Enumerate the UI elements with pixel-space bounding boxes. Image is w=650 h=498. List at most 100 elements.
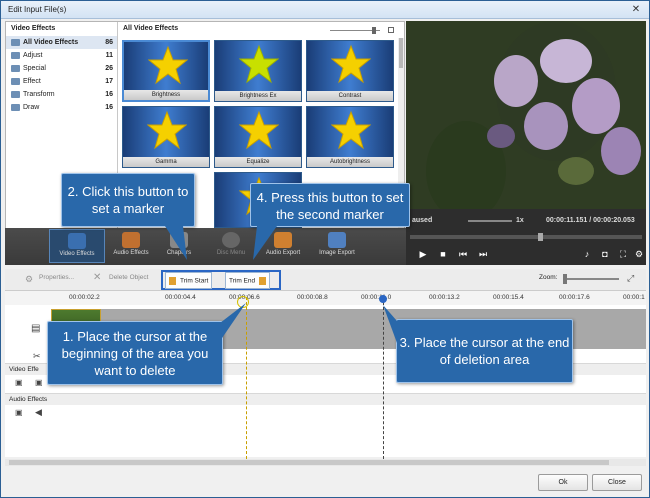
close-button[interactable]: Close bbox=[592, 474, 642, 491]
speed-slider[interactable] bbox=[468, 220, 512, 222]
category-label: Adjust bbox=[23, 52, 43, 59]
category-item[interactable]: Transform 16 bbox=[6, 88, 117, 101]
view-icon[interactable]: ▣ bbox=[15, 378, 23, 387]
volume-icon[interactable]: ♪ bbox=[582, 249, 592, 259]
time-display: 00:00:11.151 / 00:00:20.053 bbox=[546, 217, 635, 224]
audio-effects-track-header: Audio Effects bbox=[5, 393, 646, 405]
video-effects-icon bbox=[68, 233, 86, 249]
star-icon bbox=[147, 110, 187, 150]
tab-video-effects[interactable]: Video Effects bbox=[49, 229, 105, 263]
audio-effects-track-label: Audio Effects bbox=[9, 396, 48, 403]
category-count: 17 bbox=[105, 78, 113, 85]
view-icon[interactable]: ▣ bbox=[15, 408, 23, 417]
snapshot-icon[interactable]: ◘ bbox=[600, 249, 610, 259]
properties-button[interactable]: Properties... bbox=[39, 274, 74, 281]
effect-tile-equalize[interactable]: Equalize bbox=[214, 106, 302, 168]
category-header: Video Effects bbox=[11, 25, 56, 32]
callout-step-4: 4. Press this button to set the second m… bbox=[250, 183, 410, 227]
folder-icon bbox=[11, 65, 20, 72]
timeline-toolbar: ⚙ Properties... ✕ Delete Object Trim Sta… bbox=[5, 269, 646, 291]
ruler-tick: 00:00:13.2 bbox=[429, 294, 460, 301]
thumbnail-size-slider[interactable] bbox=[324, 27, 394, 34]
next-icon[interactable]: ⏭ bbox=[478, 249, 488, 259]
tab-label: Video Effects bbox=[59, 251, 95, 257]
timeline-ruler[interactable]: 00:00:02.2 00:00:04.4 00:00:06.6 00:00:0… bbox=[5, 291, 646, 305]
close-icon[interactable]: ✕ bbox=[629, 4, 643, 16]
edit-tabs-bar: Video Effects Audio Effects Chapters Dis… bbox=[5, 228, 406, 265]
disc-menu-icon bbox=[222, 232, 240, 248]
effect-tile-contrast[interactable]: Contrast bbox=[306, 40, 394, 102]
properties-icon: ⚙ bbox=[25, 274, 34, 284]
fullscreen-icon[interactable]: ⛶ bbox=[618, 249, 628, 259]
folder-icon bbox=[11, 78, 20, 85]
settings-icon[interactable]: ⚙ bbox=[634, 249, 644, 259]
folder-icon bbox=[11, 104, 20, 111]
scissors-icon[interactable]: ✂ bbox=[33, 351, 41, 362]
timeline-scrollbar[interactable] bbox=[5, 459, 646, 466]
speed-label: 1x bbox=[516, 217, 524, 224]
audio-effects-icon bbox=[122, 232, 140, 248]
ruler-tick: 00:00:04.4 bbox=[165, 294, 196, 301]
callout-1-arrow bbox=[220, 303, 246, 341]
effect-tile-gamma[interactable]: Gamma bbox=[122, 106, 210, 168]
trim-start-button[interactable]: Trim Start bbox=[165, 272, 213, 289]
delete-icon: ✕ bbox=[93, 272, 102, 283]
stop-icon[interactable]: ■ bbox=[438, 249, 448, 259]
category-label: Draw bbox=[23, 104, 40, 111]
seek-bar[interactable] bbox=[410, 233, 642, 241]
callout-3-arrow bbox=[383, 305, 397, 343]
folder-icon bbox=[11, 91, 20, 98]
trim-start-icon bbox=[169, 277, 176, 285]
category-item[interactable]: Special 26 bbox=[6, 62, 117, 75]
callout-4-arrow bbox=[253, 226, 277, 260]
zoom-label: Zoom: bbox=[539, 274, 558, 281]
trim-end-label: Trim End bbox=[229, 277, 256, 285]
effect-label: Equalize bbox=[215, 157, 301, 167]
effect-label: Brightness bbox=[124, 90, 208, 100]
callout-step-2: 2. Click this button to set a marker bbox=[61, 173, 195, 227]
prev-icon[interactable]: ⏮ bbox=[458, 249, 468, 259]
star-icon bbox=[148, 45, 188, 85]
fit-icon[interactable]: ⤢ bbox=[627, 273, 634, 284]
track-icon[interactable]: ▣ bbox=[35, 378, 43, 387]
effect-label: Gamma bbox=[123, 157, 209, 167]
effect-tile-brightness[interactable]: Brightness bbox=[122, 40, 210, 102]
category-label: Special bbox=[23, 65, 46, 72]
trim-end-icon bbox=[259, 277, 267, 285]
edit-input-window: Edit Input File(s) ✕ Video Effects All V… bbox=[0, 0, 650, 498]
tab-image-export[interactable]: Image Export bbox=[309, 229, 365, 263]
effect-label: Contrast bbox=[307, 91, 393, 101]
callout-step-3: 3. Place the cursor at the end of deleti… bbox=[396, 319, 573, 383]
ruler-tick: 00:00:08.8 bbox=[297, 294, 328, 301]
image-export-icon bbox=[328, 232, 346, 248]
effect-label: Brightness Ex bbox=[215, 91, 301, 101]
category-item[interactable]: Adjust 11 bbox=[6, 49, 117, 62]
category-count: 11 bbox=[105, 52, 113, 59]
folder-icon bbox=[11, 39, 20, 46]
delete-object-button[interactable]: Delete Object bbox=[109, 274, 148, 281]
tab-label: Audio Effects bbox=[113, 250, 149, 256]
category-label: All Video Effects bbox=[23, 39, 79, 46]
speaker-icon[interactable]: ◀ bbox=[35, 407, 42, 418]
category-item[interactable]: All Video Effects 86 bbox=[6, 36, 117, 49]
star-icon bbox=[331, 110, 371, 150]
tab-label: Image Export bbox=[319, 250, 355, 256]
category-item[interactable]: Effect 17 bbox=[6, 75, 117, 88]
category-item[interactable]: Draw 16 bbox=[6, 101, 117, 114]
zoom-slider[interactable] bbox=[563, 274, 619, 284]
effect-tile-brightness-ex[interactable]: Brightness Ex bbox=[214, 40, 302, 102]
play-icon[interactable]: ▶ bbox=[418, 249, 428, 259]
window-title: Edit Input File(s) bbox=[8, 5, 67, 14]
film-icon: ▤ bbox=[31, 323, 41, 334]
ruler-tick: 00:00:17.6 bbox=[559, 294, 590, 301]
video-preview bbox=[406, 21, 646, 228]
category-label: Effect bbox=[23, 78, 41, 85]
title-bar: Edit Input File(s) ✕ bbox=[1, 1, 649, 19]
category-count: 16 bbox=[105, 91, 113, 98]
ruler-tick: 00:00:02.2 bbox=[69, 294, 100, 301]
ok-button[interactable]: Ok bbox=[538, 474, 588, 491]
category-count: 86 bbox=[105, 39, 113, 46]
callout-2-arrow bbox=[165, 226, 187, 260]
trim-end-button[interactable]: Trim End bbox=[225, 272, 271, 289]
effect-tile-autobrightness[interactable]: Autobrightness bbox=[306, 106, 394, 168]
